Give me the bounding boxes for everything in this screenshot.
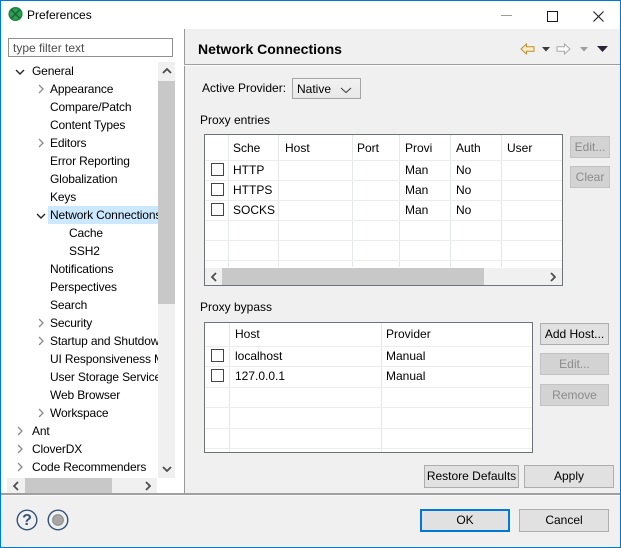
svg-text:?: ? bbox=[22, 512, 32, 529]
